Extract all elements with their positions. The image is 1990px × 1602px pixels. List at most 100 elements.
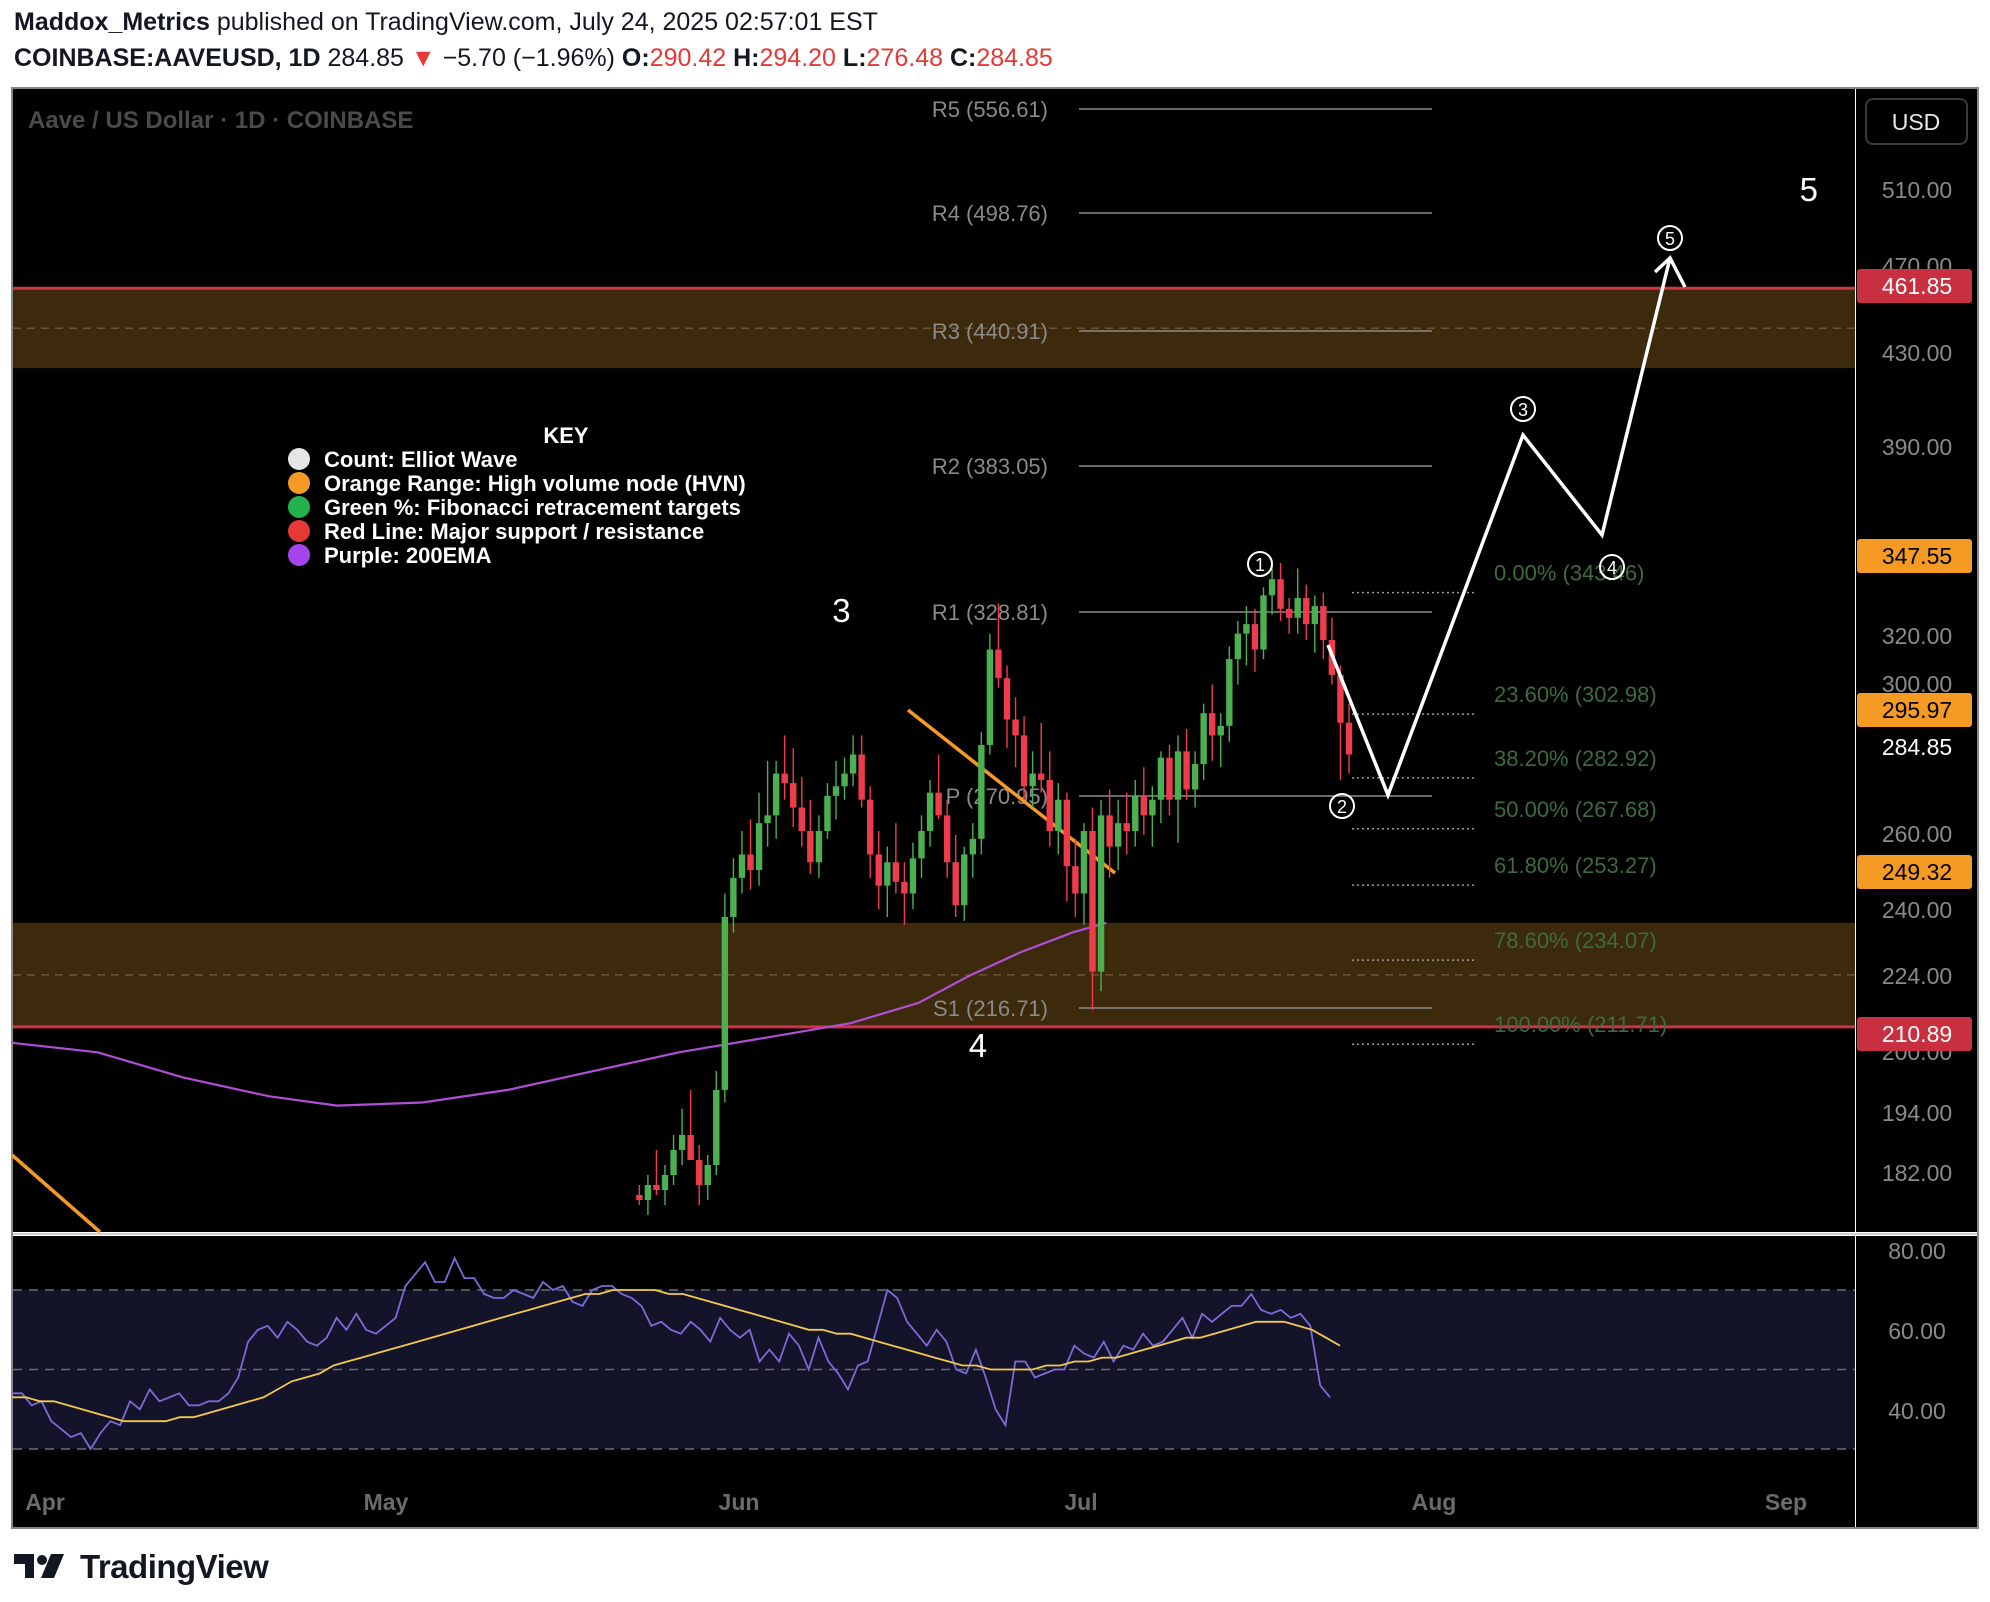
- candle-body: [653, 1185, 660, 1190]
- key-dot-hvn: [288, 472, 310, 494]
- candle-body: [687, 1135, 694, 1160]
- time-axis[interactable]: [13, 1472, 1855, 1527]
- candle-body: [781, 773, 788, 784]
- candle-body: [772, 773, 780, 816]
- subwave-label-2: 2: [1337, 797, 1347, 817]
- key-dot-support: [288, 520, 310, 542]
- x-axis-tick: Sep: [1765, 1489, 1807, 1515]
- pivot-label: R4 (498.76): [932, 201, 1048, 226]
- candle-body: [1080, 830, 1088, 894]
- fib-label: 78.60% (234.07): [1494, 928, 1657, 953]
- y-axis-tick: 430.00: [1882, 340, 1952, 366]
- candle-body: [1234, 633, 1242, 660]
- candle-body: [790, 783, 797, 808]
- candle-body: [901, 881, 908, 894]
- candle-body: [995, 649, 1002, 679]
- candle-body: [935, 792, 942, 816]
- candle-body: [1140, 795, 1147, 816]
- candle-body: [986, 649, 994, 745]
- candle-body: [755, 823, 763, 871]
- candle-body: [1166, 757, 1173, 800]
- candle-body: [1260, 595, 1267, 650]
- x-axis-tick: Apr: [25, 1489, 65, 1515]
- candle-body: [1055, 799, 1062, 831]
- candle-body: [1311, 606, 1318, 625]
- key-dot-fib: [288, 496, 310, 518]
- rsi-axis-tick: 40.00: [1888, 1398, 1946, 1424]
- candle-body: [1123, 823, 1130, 831]
- price-tag-label: 461.85: [1882, 273, 1952, 299]
- subwave-label-3: 3: [1518, 400, 1528, 420]
- subwave-label-1: 1: [1255, 555, 1265, 575]
- key-dot-wave: [288, 448, 310, 470]
- axis-corner: [1856, 1472, 1977, 1527]
- fib-label: 100.00% (211.71): [1494, 1012, 1667, 1037]
- candle-body: [1277, 579, 1284, 609]
- candle-body: [1038, 773, 1045, 780]
- candle-body: [1174, 751, 1182, 800]
- y-axis-tick: 390.00: [1882, 434, 1952, 460]
- chart-canvas[interactable]: R5 (556.61) R4 (498.76) R3 (440.91) R2 (383…: [0, 0, 1990, 1602]
- candle-body: [738, 854, 746, 878]
- y-axis-tick: 260.00: [1882, 821, 1952, 847]
- candle-body: [1200, 713, 1207, 765]
- candle-body: [884, 862, 891, 886]
- y-axis-tick: 194.00: [1882, 1100, 1952, 1126]
- candle-body: [807, 830, 814, 863]
- tradingview-wordmark: TradingView: [80, 1548, 269, 1585]
- price-tag-label: 347.55: [1882, 543, 1952, 569]
- key-title: KEY: [543, 423, 589, 448]
- candle-body: [926, 792, 934, 831]
- candle-body: [1063, 799, 1071, 867]
- candle-body: [1345, 722, 1353, 755]
- tradingview-logo-icon: [14, 1554, 64, 1578]
- candle-body: [1183, 751, 1190, 790]
- key-item-support: Red Line: Major support / resistance: [324, 519, 704, 544]
- candle-body: [1243, 624, 1250, 634]
- price-tag-label: 284.85: [1882, 734, 1952, 760]
- fib-label: 38.20% (282.92): [1494, 746, 1657, 771]
- tradingview-logo[interactable]: TradingView: [14, 1548, 269, 1586]
- candle-body: [867, 799, 874, 855]
- key-item-hvn: Orange Range: High volume node (HVN): [324, 471, 746, 496]
- key-item-wave: Count: Elliot Wave: [324, 447, 518, 472]
- currency-button-label[interactable]: USD: [1892, 109, 1941, 135]
- rsi-axis: [1856, 1236, 1977, 1472]
- key-item-fib: Green %: Fibonacci retracement targets: [324, 495, 741, 520]
- candle-body: [1012, 719, 1019, 736]
- candle-body: [1268, 579, 1276, 596]
- pivot-label: S1 (216.71): [933, 996, 1048, 1021]
- candle-body: [1020, 735, 1028, 787]
- candle-body: [1285, 608, 1293, 618]
- candle-body: [1097, 815, 1105, 972]
- x-axis-tick: Aug: [1412, 1489, 1457, 1515]
- candle-body: [832, 786, 840, 796]
- subwave-label-5: 5: [1665, 229, 1675, 249]
- price-pane[interactable]: [13, 89, 1855, 1232]
- pivot-label: R1 (328.81): [932, 600, 1048, 625]
- rsi-axis-tick: 80.00: [1888, 1238, 1946, 1264]
- candle-body: [815, 830, 823, 863]
- candle-body: [636, 1195, 643, 1200]
- candle-body: [1089, 830, 1096, 972]
- y-axis-tick: 510.00: [1882, 177, 1952, 203]
- y-axis-tick: 320.00: [1882, 623, 1952, 649]
- key-dot-ema: [288, 544, 310, 566]
- candle-body: [721, 916, 729, 1090]
- candle-body: [1132, 795, 1139, 831]
- x-axis-tick: May: [364, 1489, 409, 1515]
- wave-label-5: 5: [1800, 171, 1818, 208]
- pivot-label: R5 (556.61): [932, 97, 1048, 122]
- candle-body: [1046, 779, 1053, 831]
- candle-body: [696, 1160, 703, 1185]
- candle-body: [1320, 606, 1327, 641]
- price-tag-label: 210.89: [1882, 1021, 1952, 1047]
- candle-body: [841, 773, 848, 787]
- fib-label: 50.00% (267.68): [1494, 797, 1657, 822]
- candle-body: [858, 754, 865, 800]
- subwave-label-4: 4: [1607, 558, 1617, 578]
- candle-body: [1106, 815, 1113, 847]
- candle-body: [824, 795, 831, 831]
- candle-body: [730, 877, 737, 917]
- candle-body: [670, 1150, 677, 1175]
